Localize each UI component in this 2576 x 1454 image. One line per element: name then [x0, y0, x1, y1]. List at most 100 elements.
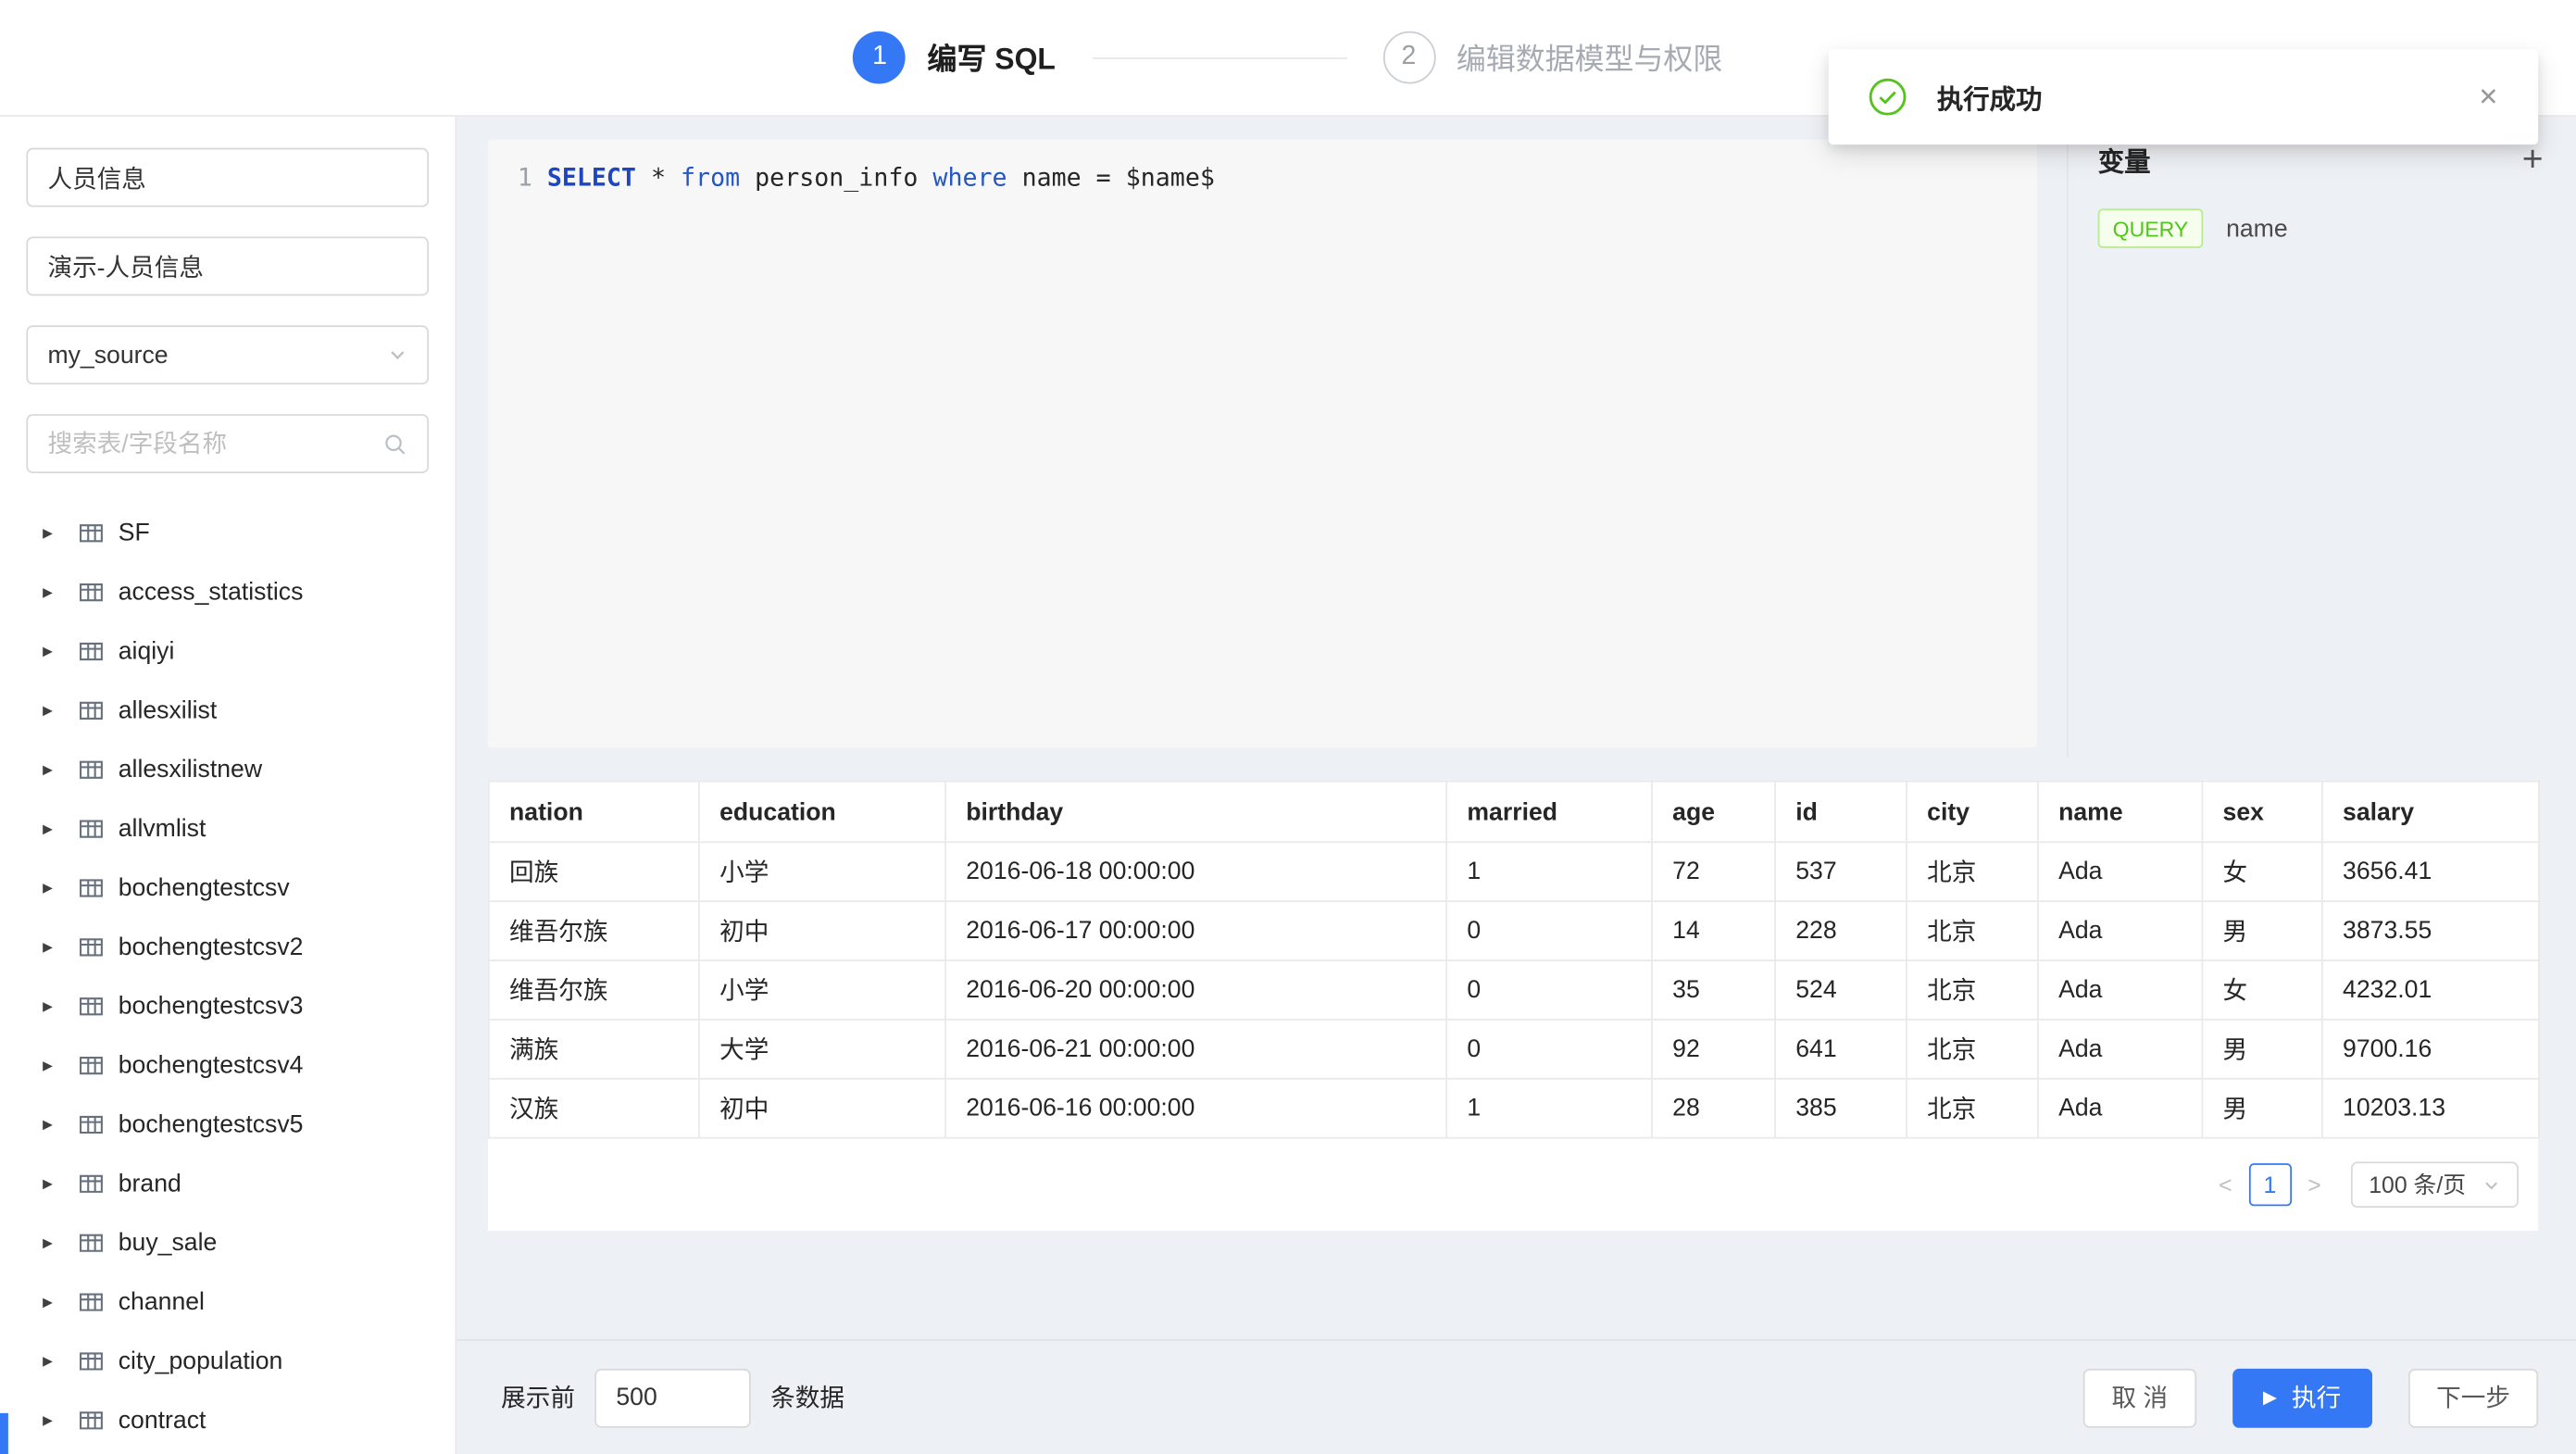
table-cell: 641 — [1775, 1020, 1907, 1079]
table-cell: 0 — [1446, 960, 1652, 1020]
editor-zone: 1 SELECT * from person_info where name =… — [456, 117, 2067, 758]
sql-token: where — [932, 163, 1007, 193]
table-name: SF — [119, 519, 150, 546]
table-tree-item[interactable]: ▸ allesxilist — [26, 681, 429, 740]
table-cell: Ada — [2038, 842, 2202, 901]
table-icon — [79, 816, 104, 841]
table-name: allesxilist — [119, 696, 217, 723]
table-name: bochengtestcsv5 — [119, 1109, 304, 1137]
run-button[interactable]: ▶ 执行 — [2232, 1368, 2372, 1427]
add-variable-button[interactable]: + — [2522, 142, 2544, 178]
table-tree: ▸ SF ▸ access_statistics ▸ aiqiyi ▸ alle… — [26, 503, 429, 1449]
results-table: nationeducationbirthdaymarriedageidcityn… — [488, 781, 2540, 1139]
table-row: 维吾尔族初中2016-06-17 00:00:00014228北京Ada男387… — [489, 901, 2539, 960]
table-name: brand — [119, 1169, 181, 1197]
results-panel: nationeducationbirthdaymarriedageidcityn… — [488, 781, 2538, 1231]
table-icon — [79, 1348, 104, 1373]
table-tree-item[interactable]: ▸ bochengtestcsv2 — [26, 917, 429, 976]
datasource-select[interactable]: my_source — [26, 325, 429, 384]
column-header: salary — [2322, 782, 2539, 843]
table-cell: 北京 — [1907, 842, 2038, 901]
step-connector — [1092, 56, 1346, 58]
column-header: age — [1652, 782, 1775, 843]
caret-right-icon: ▸ — [43, 1112, 66, 1135]
table-tree-item[interactable]: ▸ brand — [26, 1154, 429, 1213]
table-icon — [79, 994, 104, 1019]
sql-editor[interactable]: 1 SELECT * from person_info where name =… — [488, 140, 2037, 747]
table-tree-item[interactable]: ▸ bochengtestcsv3 — [26, 976, 429, 1035]
table-tree-item[interactable]: ▸ buy_sale — [26, 1212, 429, 1272]
table-tree-item[interactable]: ▸ contract — [26, 1390, 429, 1449]
table-cell: 0 — [1446, 901, 1652, 960]
table-cell: 维吾尔族 — [489, 960, 699, 1020]
column-header: nation — [489, 782, 699, 843]
layout: my_source ▸ SF ▸ access_statistics ▸ aiq… — [0, 117, 2576, 1454]
cancel-button[interactable]: 取 消 — [2083, 1368, 2195, 1427]
table-tree-item[interactable]: ▸ city_population — [26, 1331, 429, 1390]
table-tree-item[interactable]: ▸ bochengtestcsv — [26, 858, 429, 917]
column-header: name — [2038, 782, 2202, 843]
results-header-row: nationeducationbirthdaymarriedageidcityn… — [489, 782, 2539, 843]
table-cell: 男 — [2202, 1079, 2322, 1138]
table-tree-item[interactable]: ▸ allvmlist — [26, 798, 429, 858]
table-name: bochengtestcsv3 — [119, 992, 304, 1020]
prev-page-button[interactable]: < — [2208, 1172, 2242, 1197]
table-icon — [79, 934, 104, 959]
search-input[interactable] — [47, 430, 382, 458]
table-name: buy_sale — [119, 1228, 218, 1256]
table-tree-item[interactable]: ▸ bochengtestcsv5 — [26, 1095, 429, 1154]
table-cell: 0 — [1446, 1020, 1652, 1079]
caret-right-icon: ▸ — [43, 580, 66, 603]
close-icon[interactable]: ✕ — [2478, 82, 2498, 112]
column-header: id — [1775, 782, 1907, 843]
row-limit-input[interactable] — [594, 1368, 751, 1427]
search-icon — [382, 432, 407, 457]
table-tree-item[interactable]: ▸ access_statistics — [26, 562, 429, 621]
table-tree-item[interactable]: ▸ bochengtestcsv4 — [26, 1035, 429, 1095]
results-body: 回族小学2016-06-18 00:00:00172537北京Ada女3656.… — [489, 842, 2539, 1137]
table-tree-item[interactable]: ▸ channel — [26, 1272, 429, 1331]
table-icon — [79, 1408, 104, 1433]
table-name: allvmlist — [119, 814, 206, 842]
dataset-name-input[interactable] — [26, 148, 429, 207]
table-cell: Ada — [2038, 960, 2202, 1020]
next-step-button[interactable]: 下一步 — [2408, 1368, 2538, 1427]
table-tree-item[interactable]: ▸ aiqiyi — [26, 621, 429, 681]
table-cell: 大学 — [699, 1020, 945, 1079]
table-cell: 男 — [2202, 1020, 2322, 1079]
scrollbar-thumb[interactable] — [0, 1413, 8, 1454]
table-cell: 女 — [2202, 960, 2322, 1020]
table-cell: Ada — [2038, 1079, 2202, 1138]
step-write-sql[interactable]: 1 编写 SQL — [854, 31, 1056, 84]
limit-prefix-label: 展示前 — [501, 1380, 575, 1414]
table-cell: 2016-06-21 00:00:00 — [945, 1020, 1446, 1079]
table-cell: 北京 — [1907, 1079, 2038, 1138]
step-edit-model[interactable]: 2 编辑数据模型与权限 — [1382, 31, 1722, 84]
table-icon — [79, 875, 104, 900]
next-page-button[interactable]: > — [2298, 1172, 2332, 1197]
table-cell: 28 — [1652, 1079, 1775, 1138]
step-1-label: 编写 SQL — [928, 36, 1056, 79]
variables-title: 变量 — [2098, 140, 2151, 180]
table-cell: 3656.41 — [2322, 842, 2539, 901]
pagination: < 1 > 100 条/页 — [488, 1161, 2519, 1208]
caret-right-icon: ▸ — [43, 639, 66, 662]
caret-right-icon: ▸ — [43, 520, 66, 544]
variable-name: name — [2226, 215, 2288, 243]
table-cell: 2016-06-17 00:00:00 — [945, 901, 1446, 960]
table-tree-item[interactable]: ▸ allesxilistnew — [26, 739, 429, 798]
table-name: channel — [119, 1287, 205, 1315]
table-cell: 537 — [1775, 842, 1907, 901]
table-tree-item[interactable]: ▸ SF — [26, 503, 429, 562]
table-cell: 满族 — [489, 1020, 699, 1079]
page-size-select[interactable]: 100 条/页 — [2351, 1161, 2519, 1208]
current-page-button[interactable]: 1 — [2248, 1163, 2291, 1206]
table-name: aiqiyi — [119, 637, 175, 665]
table-icon — [79, 1230, 104, 1255]
stepper: 1 编写 SQL 2 编辑数据模型与权限 — [854, 31, 1723, 84]
dataset-display-name-input[interactable] — [26, 236, 429, 295]
sidebar: my_source ▸ SF ▸ access_statistics ▸ aiq… — [0, 117, 456, 1454]
table-cell: 2016-06-16 00:00:00 — [945, 1079, 1446, 1138]
table-cell: 汉族 — [489, 1079, 699, 1138]
table-cell: 北京 — [1907, 960, 2038, 1020]
